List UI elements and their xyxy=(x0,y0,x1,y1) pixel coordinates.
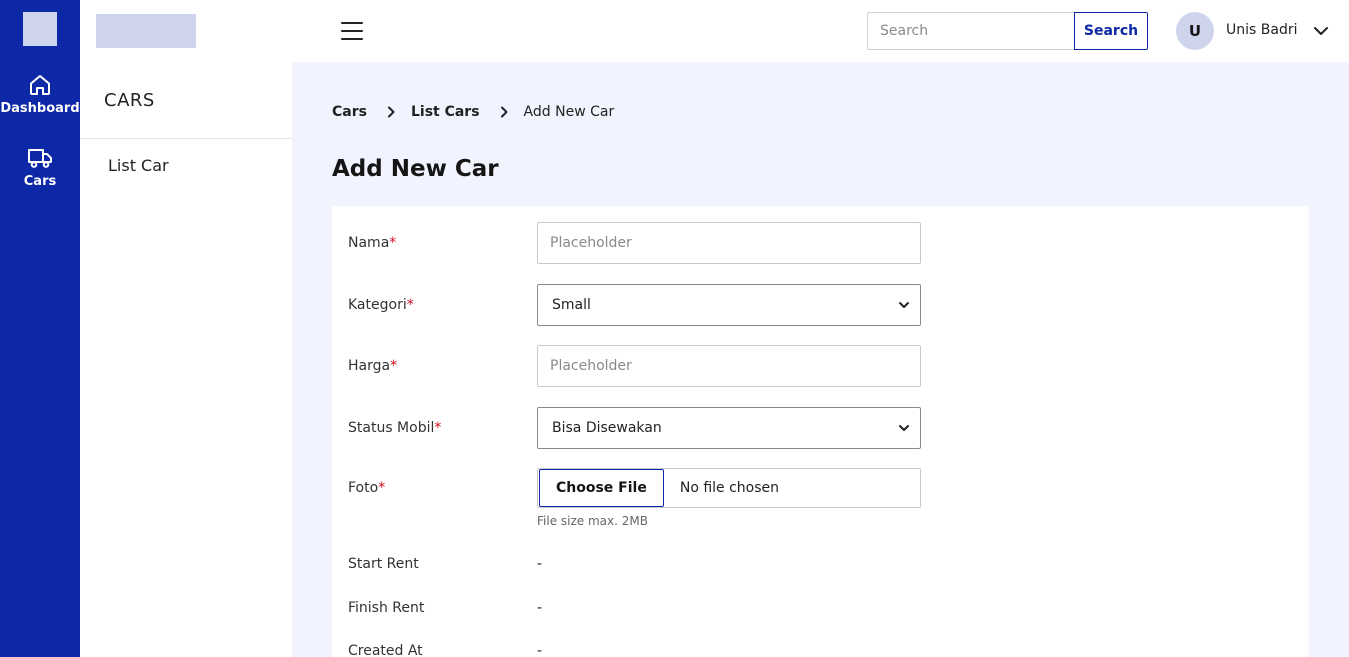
required-marker: * xyxy=(390,358,398,374)
choose-file-button[interactable]: Choose File xyxy=(539,469,664,507)
field-label: Nama* xyxy=(348,235,397,251)
form-row-foto: Foto* Choose File No file chosen xyxy=(348,468,948,508)
required-marker: * xyxy=(434,420,442,436)
rail-item-label: Cars xyxy=(23,174,57,189)
field-label: Foto* xyxy=(348,480,386,496)
icon-rail: Dashboard Cars xyxy=(0,0,80,657)
created-at-label: Created At xyxy=(348,643,423,657)
nama-input[interactable] xyxy=(537,222,921,264)
chevron-down-icon xyxy=(899,425,909,431)
page-title: Add New Car xyxy=(332,156,499,182)
status-select[interactable]: Bisa Disewakan xyxy=(537,407,921,449)
kategori-select[interactable]: Small xyxy=(537,284,921,326)
avatar[interactable]: U xyxy=(1176,12,1214,50)
finish-rent-value: - xyxy=(537,600,543,616)
chevron-down-icon[interactable] xyxy=(1312,22,1330,40)
form-row-status: Status Mobil* Bisa Disewakan xyxy=(348,407,948,449)
rail-item-cars[interactable]: Cars xyxy=(0,146,80,189)
sidebar-divider xyxy=(80,138,292,139)
user-name[interactable]: Unis Badri xyxy=(1226,22,1297,38)
file-status: No file chosen xyxy=(679,480,780,496)
form-row-kategori: Kategori* Small xyxy=(348,284,948,326)
finish-rent-label: Finish Rent xyxy=(348,600,425,616)
truck-icon xyxy=(28,149,52,168)
required-marker: * xyxy=(378,480,386,496)
rail-item-label: Dashboard xyxy=(0,101,80,116)
created-at-value: - xyxy=(537,643,543,657)
search-button[interactable]: Search xyxy=(1074,12,1148,50)
secondary-sidebar: CARS List Car xyxy=(80,0,292,657)
menu-toggle-button[interactable] xyxy=(341,22,363,40)
sidebar-item-list-car[interactable]: List Car xyxy=(108,156,169,175)
select-value: Bisa Disewakan xyxy=(552,420,662,436)
field-label: Kategori* xyxy=(348,297,414,313)
hamburger-icon xyxy=(341,22,363,24)
main-content: Cars List Cars Add New Car Add New Car N… xyxy=(292,62,1349,657)
logo-placeholder xyxy=(23,12,57,46)
search-input[interactable] xyxy=(867,12,1075,50)
chevron-down-icon xyxy=(899,302,909,308)
form-row-nama: Nama* xyxy=(348,222,948,264)
start-rent-label: Start Rent xyxy=(348,556,419,572)
home-icon xyxy=(30,75,50,95)
foto-file-input[interactable]: Choose File No file chosen xyxy=(537,468,921,508)
breadcrumb-list-cars[interactable]: List Cars xyxy=(411,104,480,120)
chevron-right-icon xyxy=(387,106,395,118)
field-label: Status Mobil* xyxy=(348,420,442,436)
select-value: Small xyxy=(552,297,591,313)
file-size-hint: File size max. 2MB xyxy=(537,514,648,528)
start-rent-value: - xyxy=(537,556,543,572)
rail-item-dashboard[interactable]: Dashboard xyxy=(0,73,80,116)
add-car-form: Nama* Kategori* Small Harga* Status Mobi… xyxy=(332,206,1309,657)
breadcrumb-current: Add New Car xyxy=(523,104,615,120)
harga-input[interactable] xyxy=(537,345,921,387)
sidebar-title: CARS xyxy=(104,90,155,111)
chevron-right-icon xyxy=(500,106,508,118)
required-marker: * xyxy=(406,297,414,313)
brand-logo-placeholder xyxy=(96,14,196,48)
form-row-harga: Harga* xyxy=(348,345,948,387)
breadcrumb-cars[interactable]: Cars xyxy=(332,104,367,120)
required-marker: * xyxy=(389,235,397,251)
breadcrumb: Cars List Cars Add New Car xyxy=(332,104,614,120)
field-label: Harga* xyxy=(348,358,398,374)
